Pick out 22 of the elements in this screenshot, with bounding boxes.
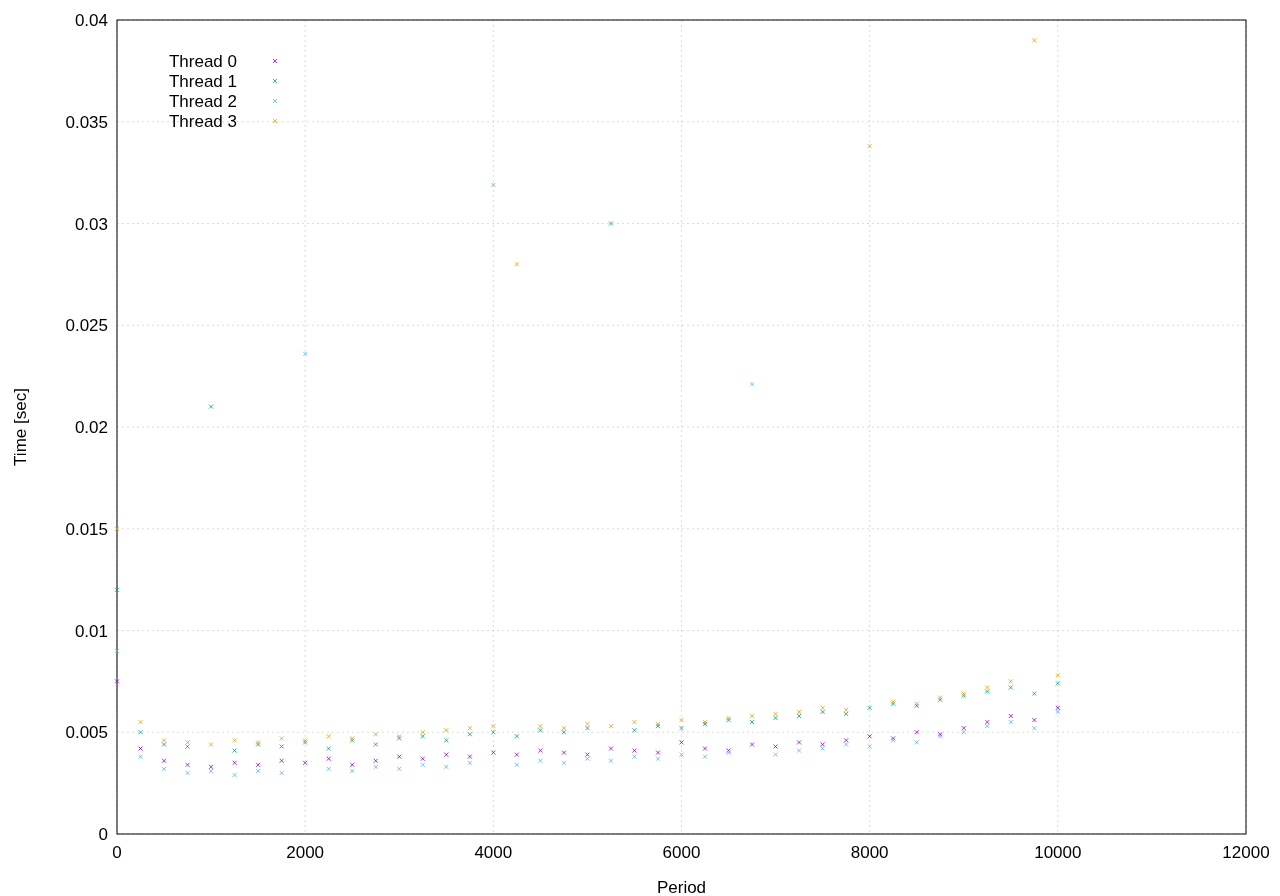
y-tick-label: 0.02 [74, 418, 108, 437]
legend-label: Thread 3 [168, 112, 237, 131]
x-tick-label: 4000 [474, 843, 513, 862]
x-axis-label: Period [656, 878, 707, 896]
y-tick-label: 0.035 [65, 112, 108, 132]
x-tick-label: 12000 [1222, 843, 1270, 862]
x-tick-label: 10000 [1034, 843, 1082, 862]
y-tick-label: 0.01 [74, 621, 108, 641]
x-tick-label: 2000 [286, 843, 325, 862]
y-tick-label: 0.04 [74, 11, 108, 30]
legend-label: Thread 1 [168, 72, 237, 91]
legend-label: Thread 2 [168, 92, 237, 111]
y-tick-label: 0.03 [74, 214, 108, 234]
y-axis-label: Time [sec] [11, 388, 30, 466]
x-tick-label: 8000 [850, 843, 889, 862]
y-tick-label: 0.005 [65, 723, 108, 743]
y-tick-label: 0.025 [65, 316, 108, 336]
legend-label: Thread 0 [168, 52, 237, 71]
x-tick-label: 0 [112, 843, 122, 862]
x-tick-label: 6000 [662, 843, 701, 862]
y-tick-label: 0.015 [65, 519, 108, 539]
y-tick-label: 0 [98, 825, 108, 844]
